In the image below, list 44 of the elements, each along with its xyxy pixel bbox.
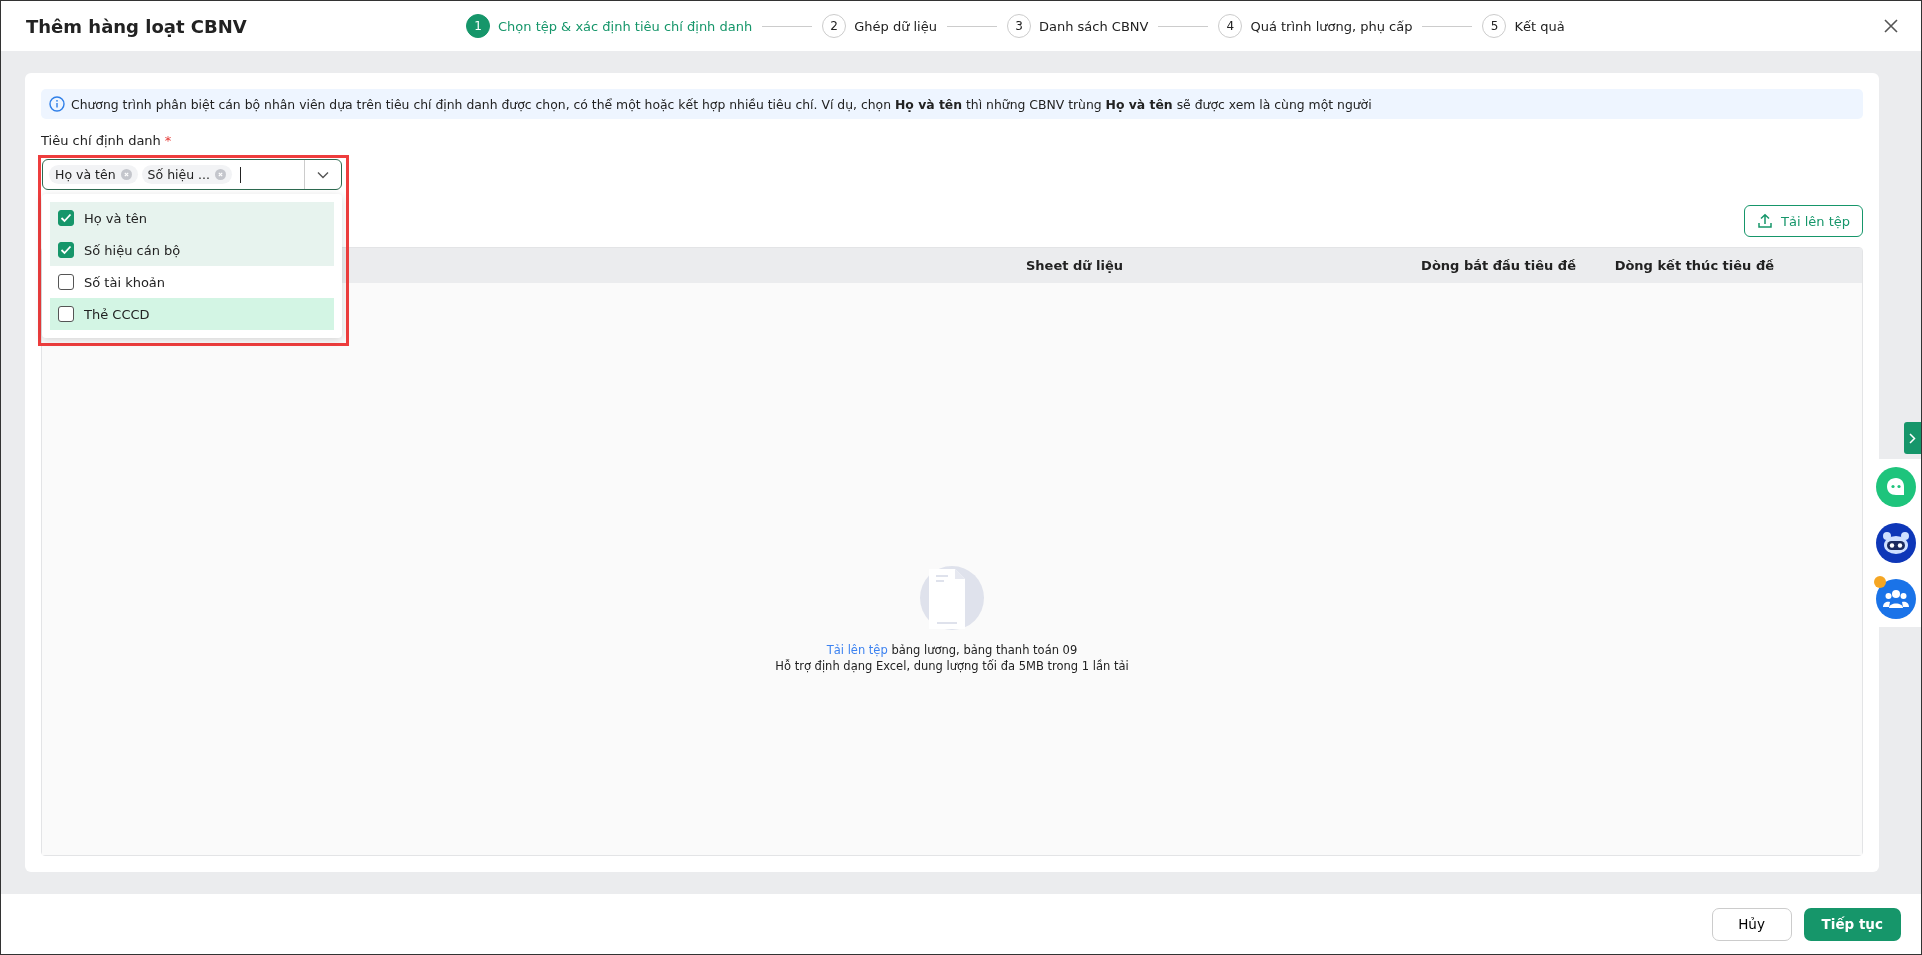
wizard-step[interactable]: 2 Ghép dữ liệu (822, 14, 937, 38)
info-icon (49, 96, 65, 112)
field-label: Tiêu chí định danh * (41, 133, 172, 148)
wizard-step[interactable]: 5 Kết quả (1482, 14, 1565, 38)
option-label: Số hiệu cán bộ (84, 242, 181, 258)
dropdown-option[interactable]: Thẻ CCCD (50, 298, 334, 330)
group-icon[interactable] (1876, 579, 1916, 619)
checkbox[interactable] (58, 306, 74, 322)
side-panel-toggle[interactable] (1904, 422, 1921, 454)
option-label: Thẻ CCCD (84, 306, 150, 322)
window-title: Thêm hàng loạt CBNV (26, 15, 248, 37)
checkbox[interactable] (58, 210, 74, 226)
notification-dot (1874, 576, 1886, 588)
dropdown-option[interactable]: Họ và tên (50, 202, 334, 234)
empty-message: Tải lên tệp bảng lương, bảng thanh toán 09 (826, 643, 1078, 657)
selected-tag: Họ và tên (49, 165, 138, 184)
selected-tag: Số hiệu ... (141, 165, 233, 184)
wizard-step[interactable]: 1 Chọn tệp & xác định tiêu chí định danh (466, 14, 753, 38)
info-text: Chương trình phân biệt cán bộ nhân viên dựa trên tiêu chí định danh được chọn, có thể một hoặc kết hợp nhiều tiêu chí. Ví dụ, chọn Họ và tên thì những CBNV trùng Họ và tên sẽ được xem là cùng một người (71, 96, 1372, 112)
chat-bubble-icon[interactable] (1876, 467, 1916, 507)
required-mark: * (164, 133, 172, 148)
column-header: Sheet dữ liệu (1026, 257, 1125, 275)
checkbox[interactable] (58, 274, 74, 290)
criteria-select[interactable]: Họ và tên Số hiệu ... (42, 159, 342, 190)
empty-hint: Hỗ trợ định dạng Excel, dung lượng tối đa 5MB trong 1 lần tải (775, 659, 1129, 673)
dropdown-option[interactable]: Số hiệu cán bộ (50, 234, 334, 266)
column-header: Dòng bắt đầu tiêu đề (1420, 257, 1577, 275)
option-label: Số tài khoản (84, 274, 166, 290)
cancel-button[interactable]: Hủy (1711, 907, 1792, 941)
robot-icon[interactable] (1876, 523, 1916, 563)
wizard-step[interactable]: 4 Quá trình lương, phụ cấp (1218, 14, 1413, 38)
continue-button[interactable]: Tiếp tục (1803, 907, 1901, 941)
upload-link[interactable]: Tải lên tệp (826, 643, 888, 657)
upload-icon (1757, 213, 1773, 229)
checkbox[interactable] (58, 242, 74, 258)
option-label: Họ và tên (84, 210, 147, 226)
column-header: Dòng kết thúc tiêu đề (1613, 257, 1775, 275)
chevron-down-icon[interactable] (317, 170, 329, 179)
dropdown-option[interactable]: Số tài khoản (50, 266, 334, 298)
upload-button[interactable]: Tải lên tệp (1744, 205, 1863, 237)
wizard-step[interactable]: 3 Danh sách CBNV (1006, 14, 1149, 38)
document-drawing (919, 565, 985, 631)
chevron-right-icon (1909, 432, 1916, 444)
close-icon[interactable] (1883, 18, 1899, 34)
